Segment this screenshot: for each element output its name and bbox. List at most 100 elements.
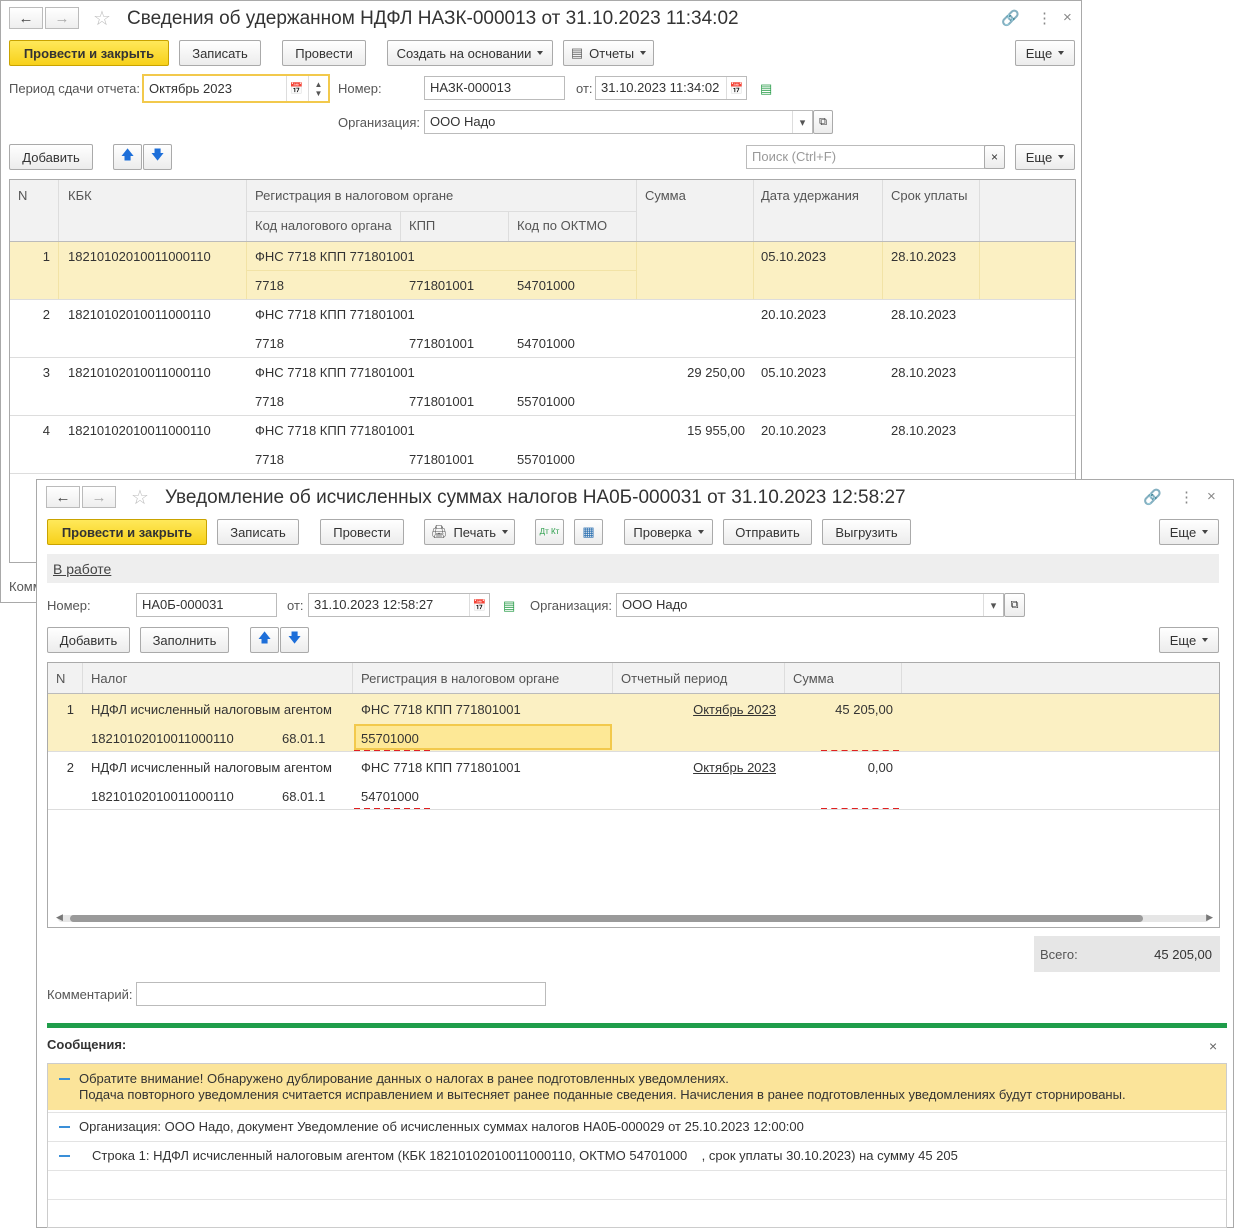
open-icon[interactable]: ⧉ xyxy=(1004,593,1025,617)
link-icon[interactable]: 🔗 xyxy=(1143,488,1162,506)
more-button[interactable]: Еще xyxy=(1015,40,1075,66)
row-separator xyxy=(48,809,1219,810)
move-down-icon[interactable]: 🡇 xyxy=(143,144,172,170)
post-and-close-button[interactable]: Провести и закрыть xyxy=(47,519,207,545)
date-label: от: xyxy=(287,598,304,613)
more-vertical-icon[interactable]: ⋮ xyxy=(1037,9,1052,27)
document-status-icon[interactable]: ▤ xyxy=(760,81,772,97)
create-based-on-button[interactable]: Создать на основании xyxy=(387,40,553,66)
post-button[interactable]: Провести xyxy=(282,40,366,66)
move-down-icon[interactable]: 🡇 xyxy=(280,627,309,653)
forward-button[interactable]: → xyxy=(82,486,116,508)
close-icon[interactable]: × xyxy=(1207,488,1216,505)
horizontal-scrollbar[interactable] xyxy=(58,915,1209,922)
save-button[interactable]: Записать xyxy=(217,519,299,545)
period-value: Октябрь 2023 xyxy=(149,81,232,96)
period-field[interactable]: Октябрь 2023 📅 ▲ ▼ xyxy=(142,74,330,103)
org-field[interactable]: ООО Надо ▾ xyxy=(616,593,1004,617)
message-2[interactable]: Организация: ООО Надо, документ Уведомле… xyxy=(79,1119,804,1134)
send-button[interactable]: Отправить xyxy=(723,519,812,545)
row-oktmo: 54701000 xyxy=(517,336,575,351)
scrollbar-thumb[interactable] xyxy=(70,915,1143,922)
scroll-left-icon[interactable]: ◀ xyxy=(56,912,63,923)
number-field[interactable]: НАЗК-000013 xyxy=(424,76,565,100)
more-vertical-icon[interactable]: ⋮ xyxy=(1179,488,1194,506)
row-period[interactable]: Октябрь 2023 xyxy=(612,760,776,775)
check-button[interactable]: Проверка xyxy=(624,519,713,545)
org-field[interactable]: ООО Надо ▾ xyxy=(424,110,813,134)
clear-search-icon[interactable]: × xyxy=(984,145,1005,169)
fill-button[interactable]: Заполнить xyxy=(140,627,229,653)
total-label: Всего: xyxy=(1040,947,1078,962)
link-icon[interactable]: 🔗 xyxy=(1001,9,1020,27)
more-table-button[interactable]: Еще xyxy=(1015,144,1075,170)
add-button[interactable]: Добавить xyxy=(47,627,130,653)
row-number: 2 xyxy=(42,307,50,322)
print-label: Печать xyxy=(453,524,497,540)
table-row[interactable]: 2 18210102010011000110 ФНС 7718 КПП 771801… xyxy=(10,300,1075,358)
reports-button[interactable]: ▤ Отчеты xyxy=(563,40,654,66)
favorite-star-icon[interactable]: ☆ xyxy=(131,485,149,510)
row-registration: ФНС 7718 КПП 771801001 xyxy=(361,760,521,775)
chevron-down-icon[interactable]: ▾ xyxy=(983,594,1003,616)
message-1-line-1[interactable]: Обратите внимание! Обнаружено дублирован… xyxy=(79,1071,729,1086)
arrow-right-icon: → xyxy=(91,488,107,506)
total-value: 45 205,00 xyxy=(1154,947,1212,962)
export-button[interactable]: Выгрузить xyxy=(822,519,911,545)
number-field[interactable]: НА0Б-000031 xyxy=(136,593,277,617)
back-button[interactable]: ← xyxy=(9,7,43,29)
more-button[interactable]: Еще xyxy=(1159,519,1219,545)
dt-kt-icon[interactable]: Дт Кт xyxy=(535,519,564,545)
row-divider xyxy=(58,242,59,300)
move-up-icon[interactable]: 🡅 xyxy=(250,627,279,653)
calendar-icon[interactable]: 📅 xyxy=(726,77,746,99)
search-input[interactable]: Поиск (Ctrl+F) xyxy=(746,145,985,169)
row-number: 2 xyxy=(66,760,74,775)
more-label: Еще xyxy=(1169,524,1197,540)
calendar-icon[interactable]: 📅 xyxy=(469,594,489,616)
col-kpp: КПП xyxy=(409,218,436,233)
col-period: Отчетный период xyxy=(621,671,728,686)
status-link[interactable]: В работе xyxy=(53,561,111,577)
chevron-down-icon xyxy=(1202,530,1209,534)
forward-button[interactable]: → xyxy=(45,7,79,29)
date-field[interactable]: 31.10.2023 11:34:02 📅 xyxy=(595,76,747,100)
row-registration: ФНС 7718 КПП 771801001 xyxy=(255,365,415,380)
dt-kt-label: Дт Кт xyxy=(539,527,560,536)
structure-icon[interactable]: ▦ xyxy=(574,519,603,545)
print-button[interactable]: 🖨 Печать xyxy=(424,519,515,545)
spin-icon[interactable]: ▲ ▼ xyxy=(308,76,328,101)
row-oktmo[interactable]: 55701000 xyxy=(361,731,419,746)
calendar-icon[interactable]: 📅 xyxy=(286,76,306,101)
document-status-icon[interactable]: ▤ xyxy=(503,598,515,614)
message-1-line-2[interactable]: Подача повторного уведомления считается … xyxy=(79,1087,1126,1102)
comment-field[interactable] xyxy=(136,982,546,1006)
close-icon[interactable]: × xyxy=(1063,9,1072,26)
table-row[interactable]: 1 18210102010011000110 ФНС 7718 КПП 771801… xyxy=(10,242,1075,300)
chevron-down-icon xyxy=(502,530,509,534)
close-messages-icon[interactable]: × xyxy=(1209,1038,1217,1054)
table-row[interactable]: 3 18210102010011000110 ФНС 7718 КПП 771801… xyxy=(10,358,1075,416)
row-kbk: 18210102010011000110 xyxy=(68,423,211,438)
scroll-right-icon[interactable]: ▶ xyxy=(1206,912,1213,923)
message-3[interactable]: Строка 1: НДФЛ исчисленный налоговым аге… xyxy=(92,1148,958,1163)
table-row[interactable]: 1 НДФЛ исчисленный налоговым агентом 18210… xyxy=(48,694,1219,752)
open-icon[interactable]: ⧉ xyxy=(813,110,833,134)
back-button[interactable]: ← xyxy=(46,486,80,508)
add-button[interactable]: Добавить xyxy=(9,144,93,170)
row-period[interactable]: Октябрь 2023 xyxy=(612,702,776,717)
date-field[interactable]: 31.10.2023 12:58:27 📅 xyxy=(308,593,490,617)
chevron-down-icon[interactable]: ▾ xyxy=(792,111,812,133)
post-button[interactable]: Провести xyxy=(320,519,404,545)
favorite-star-icon[interactable]: ☆ xyxy=(93,6,111,31)
post-and-close-button[interactable]: Провести и закрыть xyxy=(9,40,169,66)
more-table-button[interactable]: Еще xyxy=(1159,627,1219,653)
table-row[interactable]: 4 18210102010011000110 ФНС 7718 КПП 771801… xyxy=(10,416,1075,474)
row-withheld-date: 05.10.2023 xyxy=(761,365,827,380)
table-row[interactable]: 2 НДФЛ исчисленный налоговым агентом 18210… xyxy=(48,752,1219,810)
chevron-down-icon xyxy=(697,530,704,534)
save-button[interactable]: Записать xyxy=(179,40,261,66)
tax-notification-window: ← → ☆ Уведомление об исчисленных суммах … xyxy=(36,479,1234,1228)
row-account: 68.01.1 xyxy=(282,789,326,804)
move-up-icon[interactable]: 🡅 xyxy=(113,144,142,170)
